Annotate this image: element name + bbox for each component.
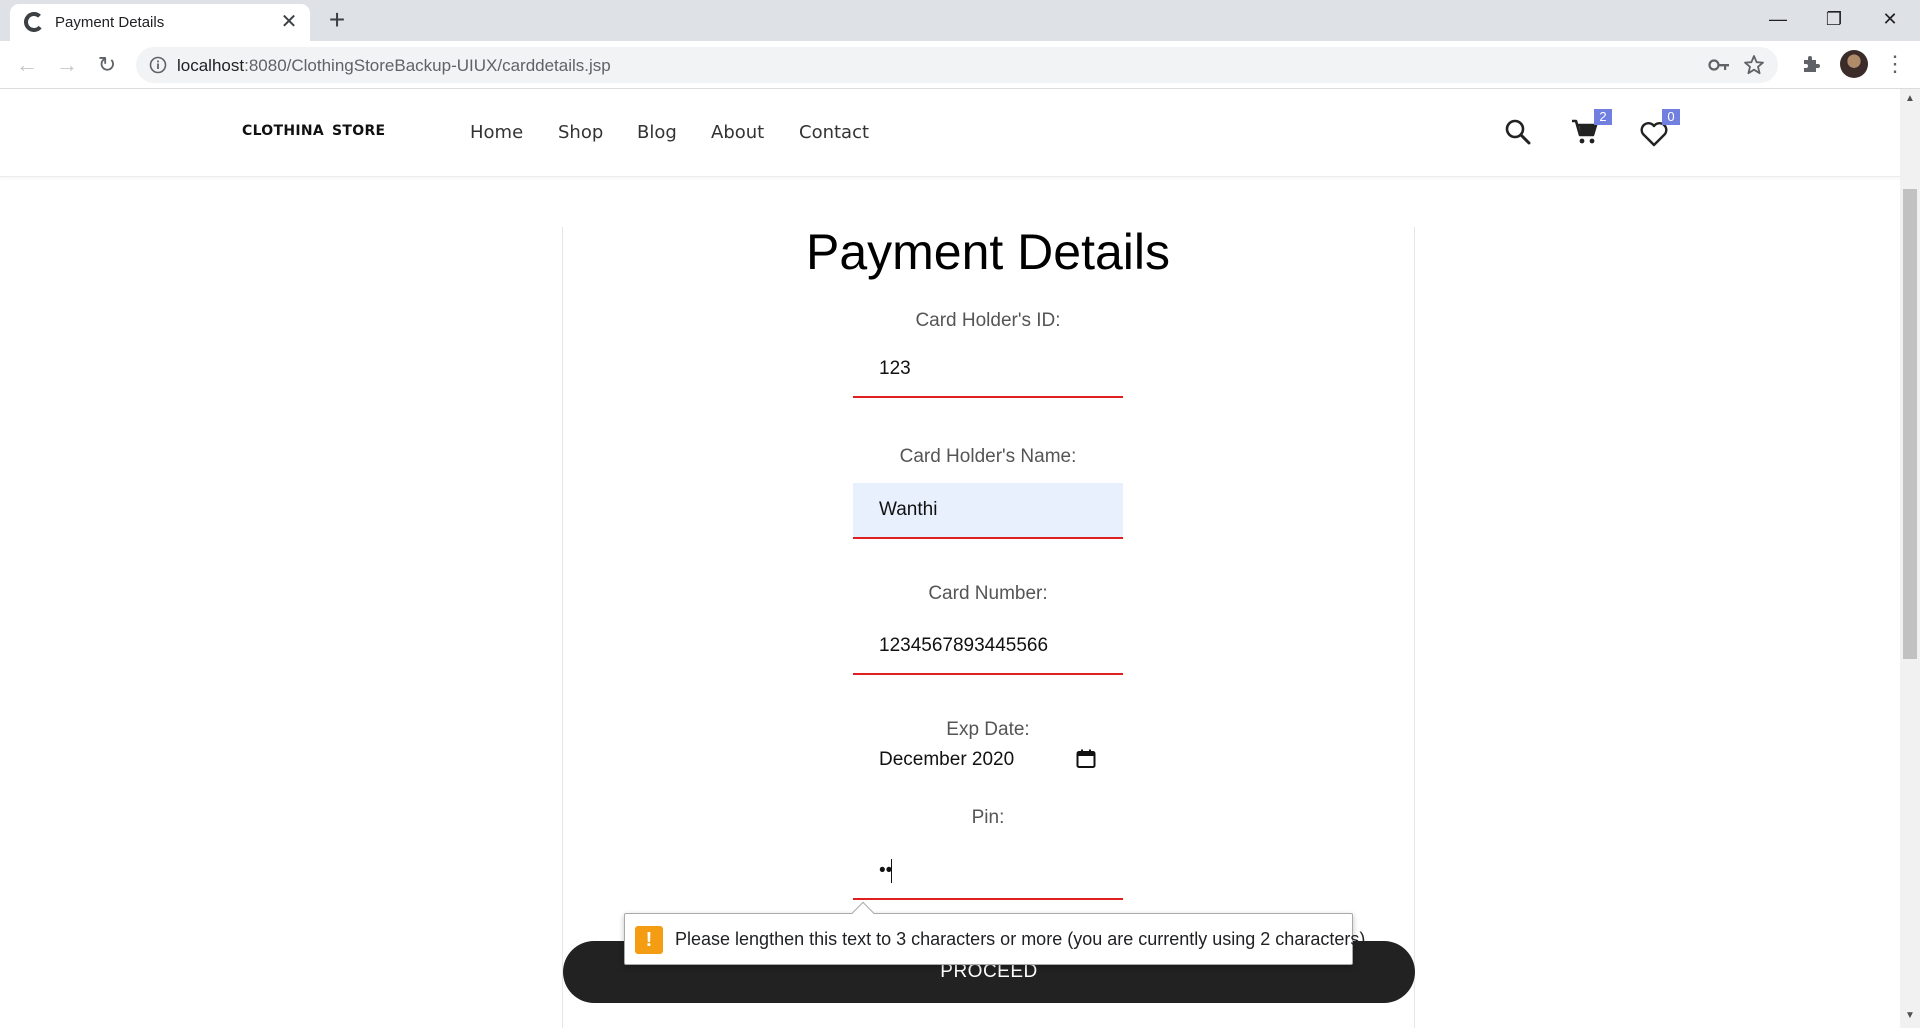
logo-word-1: CLOTHINA — [242, 123, 325, 139]
url-path: :8080/ClothingStoreBackup-UIUX/carddetai… — [244, 56, 611, 75]
exp-date-value: December 2020 — [879, 749, 1015, 770]
address-bar[interactable]: localhost:8080/ClothingStoreBackup-UIUX/… — [136, 47, 1778, 83]
wishlist-count-badge: 0 — [1662, 109, 1680, 125]
card-holder-id-label: Card Holder's ID: — [915, 310, 1061, 331]
nav-about[interactable]: About — [711, 122, 764, 143]
maximize-button[interactable]: ❐ — [1806, 0, 1862, 38]
nav-blog[interactable]: Blog — [637, 122, 677, 143]
exp-date-label: Exp Date: — [946, 719, 1030, 740]
card-holder-id-input[interactable] — [853, 342, 1123, 398]
reload-button[interactable]: ↻ — [93, 51, 121, 79]
card-holder-name-input[interactable] — [853, 483, 1123, 539]
card-number-input[interactable] — [853, 619, 1123, 675]
scroll-up-arrow-icon[interactable]: ▲ — [1900, 93, 1920, 107]
exp-date-input[interactable]: December 2020 — [853, 746, 1123, 776]
cart-count-badge: 2 — [1594, 109, 1612, 125]
browser-toolbar: ← → ↻ localhost:8080/ClothingStoreBackup… — [0, 41, 1920, 89]
profile-avatar[interactable] — [1840, 50, 1868, 78]
extensions-puzzle-icon[interactable] — [1800, 52, 1824, 76]
url-text[interactable]: localhost:8080/ClothingStoreBackup-UIUX/… — [177, 56, 611, 76]
info-icon[interactable] — [148, 55, 168, 75]
nav-home[interactable]: Home — [470, 122, 523, 143]
browser-tab[interactable]: Payment Details ✕ — [10, 4, 310, 41]
warning-icon: ! — [635, 926, 663, 954]
scroll-down-arrow-icon[interactable]: ▼ — [1900, 1010, 1920, 1024]
calendar-icon[interactable] — [1075, 748, 1097, 770]
page-title: Payment Details — [805, 224, 1171, 280]
close-window-button[interactable]: ✕ — [1862, 0, 1918, 38]
forward-button[interactable]: → — [53, 51, 81, 79]
browser-menu-icon[interactable]: ⋮ — [1884, 52, 1906, 76]
bookmark-star-icon[interactable] — [1742, 53, 1766, 77]
tab-title: Payment Details — [55, 14, 165, 31]
tab-strip: Payment Details ✕ + — ❐ ✕ — [0, 0, 1920, 41]
page-scrollbar[interactable]: ▲ ▼ — [1900, 89, 1920, 1028]
scroll-thumb[interactable] — [1903, 189, 1917, 659]
pin-input[interactable]: •• — [853, 844, 1123, 900]
nav-shop[interactable]: Shop — [558, 122, 603, 143]
nav-contact[interactable]: Contact — [799, 122, 869, 143]
logo-word-2: STORE — [332, 123, 386, 139]
back-button[interactable]: ← — [13, 51, 41, 79]
minimize-button[interactable]: — — [1750, 0, 1806, 38]
pin-label: Pin: — [971, 807, 1005, 828]
text-caret — [891, 859, 892, 883]
validation-message: Please lengthen this text to 3 character… — [675, 929, 1371, 949]
key-icon[interactable] — [1708, 55, 1730, 75]
tab-close-icon[interactable]: ✕ — [278, 11, 300, 33]
site-header: CLOTHINA STORE Home Shop Blog About Conta… — [0, 89, 1900, 177]
site-favicon-icon — [24, 12, 44, 32]
validation-tooltip: ! Please lengthen this text to 3 charact… — [624, 901, 1370, 965]
card-holder-name-label: Card Holder's Name: — [899, 446, 1077, 467]
new-tab-button[interactable]: + — [322, 6, 352, 36]
search-icon[interactable] — [1503, 117, 1533, 147]
card-number-label: Card Number: — [928, 583, 1048, 604]
page-viewport: CLOTHINA STORE Home Shop Blog About Conta… — [0, 89, 1900, 1028]
store-logo[interactable]: CLOTHINA STORE — [242, 123, 385, 139]
url-host: localhost — [177, 56, 245, 75]
